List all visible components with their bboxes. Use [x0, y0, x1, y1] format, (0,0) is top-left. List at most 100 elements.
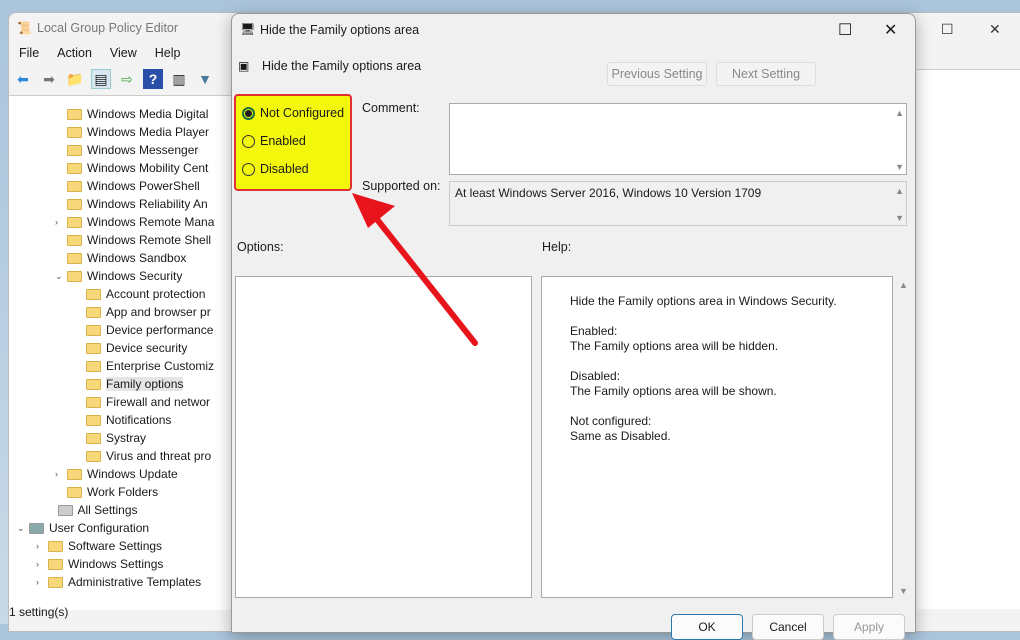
expand-chevron-icon[interactable]: › — [36, 577, 48, 587]
menu-view[interactable]: View — [110, 46, 137, 60]
tree-item[interactable]: Windows PowerShell — [55, 177, 200, 195]
tree-item[interactable]: Device performance — [74, 321, 213, 339]
tree-item[interactable]: › Administrative Templates — [36, 573, 201, 591]
help-icon[interactable]: ? — [143, 69, 163, 89]
maximize-button[interactable]: ☐ — [838, 20, 852, 40]
folder-icon — [86, 306, 101, 318]
tree-item[interactable]: Windows Remote Shell — [55, 231, 211, 249]
tree-item[interactable]: Family options — [74, 375, 184, 393]
help-scroll-down[interactable]: ▼ — [899, 586, 908, 596]
tree-item[interactable]: Notifications — [74, 411, 171, 429]
folder-icon — [86, 378, 101, 390]
setting-icon: ▣ — [238, 59, 250, 73]
menu-file[interactable]: File — [19, 46, 39, 60]
folder-icon — [67, 180, 82, 192]
tree-item[interactable]: Account protection — [74, 285, 205, 303]
tree-item[interactable]: Windows Reliability An — [55, 195, 208, 213]
tree-item[interactable]: › Windows Remote Mana — [55, 213, 214, 231]
tree-item-label: Windows Update — [87, 467, 178, 481]
tree-item-label: Systray — [106, 431, 147, 445]
tree-item-label: Windows Mobility Cent — [87, 161, 209, 175]
radio-circle — [242, 162, 255, 176]
tree-view[interactable]: Windows Media Digital Windows Media Playe… — [9, 95, 233, 610]
tree-item-label: Work Folders — [87, 485, 159, 499]
properties-icon[interactable]: ▥ — [169, 69, 189, 89]
comment-input[interactable]: ▲ ▼ — [449, 103, 907, 175]
state-radio-group: Not Configured Enabled Disabled — [234, 94, 352, 191]
tree-item[interactable]: Systray — [74, 429, 146, 447]
tree-item[interactable]: Work Folders — [55, 483, 158, 501]
tree-item-label: Virus and threat pro — [106, 449, 212, 463]
tree-item[interactable]: Windows Media Player — [55, 123, 209, 141]
help-text: Hide the Family options area in Windows … — [570, 294, 837, 308]
tree-item-label: Windows Media Digital — [87, 107, 209, 121]
folder-icon — [86, 432, 101, 444]
expand-chevron-icon[interactable]: ⌄ — [55, 271, 67, 282]
radio-circle — [242, 134, 255, 148]
close-button[interactable]: ✕ — [884, 20, 897, 40]
tree-item-label: Firewall and networ — [106, 395, 211, 409]
folder-icon — [86, 360, 101, 372]
tree-item-label: Family options — [106, 377, 184, 391]
tree-item[interactable]: Device security — [74, 339, 187, 357]
tree-item[interactable]: ⌄ Windows Security — [55, 267, 182, 285]
expand-chevron-icon[interactable]: › — [36, 559, 48, 569]
expand-chevron-icon[interactable]: › — [55, 217, 67, 227]
tree-item-label: Account protection — [106, 287, 206, 301]
folder-icon — [67, 468, 82, 480]
radio-enabled[interactable]: Enabled — [242, 134, 306, 148]
tree-item-label: Windows Settings — [68, 557, 164, 571]
help-scroll-up[interactable]: ▲ — [899, 280, 908, 290]
previous-setting-button[interactable]: Previous Setting — [607, 62, 707, 86]
tree-item[interactable]: › Windows Update — [55, 465, 178, 483]
tree-item[interactable]: Windows Sandbox — [55, 249, 186, 267]
cancel-button[interactable]: Cancel — [752, 614, 824, 640]
forward-icon[interactable]: ➡ — [39, 69, 59, 89]
radio-disabled[interactable]: Disabled — [242, 162, 309, 176]
radio-label: Enabled — [260, 134, 306, 148]
tree-item[interactable]: Windows Media Digital — [55, 105, 208, 123]
tree-item-label: Enterprise Customiz — [106, 359, 215, 373]
back-icon[interactable]: ⬅ — [13, 69, 33, 89]
filter-icon[interactable]: ▼ — [195, 69, 215, 89]
close-button[interactable]: ✕ — [989, 21, 1001, 38]
expand-chevron-icon[interactable]: › — [36, 541, 48, 551]
tree-item-label: Windows Remote Mana — [87, 215, 215, 229]
tree-item[interactable]: Windows Messenger — [55, 141, 198, 159]
tree-item[interactable]: Firewall and networ — [74, 393, 210, 411]
help-text: The Family options area will be hidden. — [570, 339, 779, 353]
tree-item[interactable]: › Software Settings — [36, 537, 162, 555]
tree-item[interactable]: Enterprise Customiz — [74, 357, 214, 375]
expand-chevron-icon[interactable]: ⌄ — [17, 523, 29, 534]
tree-item[interactable]: Virus and threat pro — [74, 447, 211, 465]
tree-item-label: Windows Reliability An — [87, 197, 208, 211]
tree-item[interactable]: All Settings — [46, 501, 138, 519]
menu-action[interactable]: Action — [57, 46, 92, 60]
options-pane — [235, 276, 532, 598]
comment-label: Comment: — [362, 101, 420, 115]
show-hide-tree-icon[interactable]: ▤ — [91, 69, 111, 89]
tree-item[interactable]: App and browser pr — [74, 303, 211, 321]
tree-item[interactable]: ⌄ User Configuration — [17, 519, 149, 537]
up-folder-icon[interactable]: 📁 — [65, 69, 85, 89]
tree-item[interactable]: Windows Mobility Cent — [55, 159, 208, 177]
tree-item[interactable]: › Windows Settings — [36, 555, 163, 573]
radio-circle — [242, 106, 255, 120]
maximize-button[interactable]: ☐ — [941, 21, 954, 38]
ok-button[interactable]: OK — [671, 614, 743, 640]
menu-help[interactable]: Help — [155, 46, 181, 60]
export-icon[interactable]: ⇨ — [117, 69, 137, 89]
expand-chevron-icon[interactable]: › — [55, 469, 67, 479]
tree-item-label: User Configuration — [49, 521, 150, 535]
radio-not-configured[interactable]: Not Configured — [242, 106, 344, 120]
folder-icon — [86, 324, 101, 336]
folder-icon — [67, 198, 82, 210]
next-setting-button[interactable]: Next Setting — [716, 62, 816, 86]
menu-bar: File Action View Help — [19, 46, 181, 60]
user-icon — [29, 522, 44, 534]
apply-button[interactable]: Apply — [833, 614, 905, 640]
help-text: Not configured: — [570, 414, 652, 428]
settings-icon — [57, 504, 73, 516]
folder-icon — [67, 486, 82, 498]
setting-name: Hide the Family options area — [262, 59, 422, 73]
